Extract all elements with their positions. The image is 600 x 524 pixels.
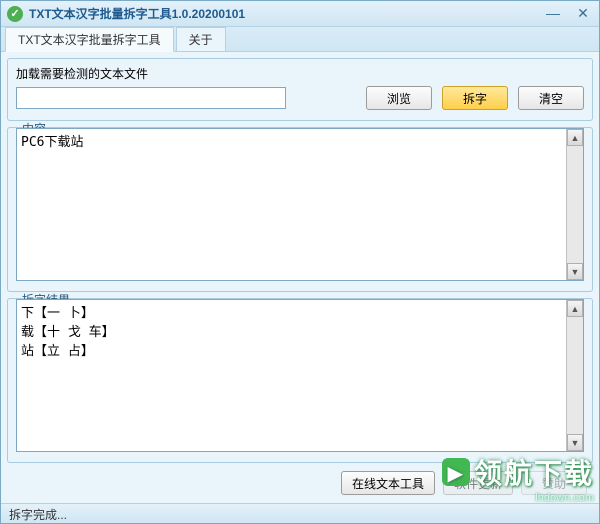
load-group: 加载需要检测的文本文件 浏览 拆字 清空 <box>7 58 593 121</box>
bottom-button-row: 在线文本工具 软件更新 赞助 <box>7 469 593 497</box>
window-title: TXT文本汉字批量拆字工具1.0.20200101 <box>29 5 543 22</box>
close-button[interactable]: ✕ <box>573 6 593 22</box>
update-button[interactable]: 软件更新 <box>443 471 513 495</box>
result-textarea[interactable] <box>17 300 566 451</box>
app-icon <box>7 6 23 22</box>
status-text: 拆字完成... <box>9 508 67 522</box>
scroll-up-icon[interactable]: ▲ <box>567 129 583 146</box>
content-textarea[interactable] <box>17 129 566 280</box>
content-group: 内容 ▲ ▼ <box>7 127 593 292</box>
status-bar: 拆字完成... <box>1 503 599 523</box>
scroll-up-icon[interactable]: ▲ <box>567 300 583 317</box>
result-text-wrap: ▲ ▼ <box>16 299 584 452</box>
app-window: TXT文本汉字批量拆字工具1.0.20200101 — ✕ TXT文本汉字批量拆… <box>0 0 600 524</box>
browse-button[interactable]: 浏览 <box>366 86 432 110</box>
window-controls: — ✕ <box>543 6 593 22</box>
result-group: 拆字结果 ▲ ▼ <box>7 298 593 463</box>
content-area: 加载需要检测的文本文件 浏览 拆字 清空 内容 ▲ ▼ 拆字结果 <box>1 51 599 503</box>
minimize-button[interactable]: — <box>543 6 563 22</box>
tab-strip: TXT文本汉字批量拆字工具 关于 <box>1 27 599 51</box>
titlebar: TXT文本汉字批量拆字工具1.0.20200101 — ✕ <box>1 1 599 27</box>
tab-about[interactable]: 关于 <box>176 27 226 51</box>
clear-button[interactable]: 清空 <box>518 86 584 110</box>
load-label: 加载需要检测的文本文件 <box>16 65 584 82</box>
file-path-input[interactable] <box>16 87 286 109</box>
scroll-down-icon[interactable]: ▼ <box>567 263 583 280</box>
other-button[interactable]: 赞助 <box>521 471 587 495</box>
online-tool-button[interactable]: 在线文本工具 <box>341 471 435 495</box>
tab-main[interactable]: TXT文本汉字批量拆字工具 <box>5 27 174 52</box>
scroll-down-icon[interactable]: ▼ <box>567 434 583 451</box>
content-scrollbar[interactable]: ▲ ▼ <box>566 129 583 280</box>
split-button[interactable]: 拆字 <box>442 86 508 110</box>
load-row: 浏览 拆字 清空 <box>16 86 584 110</box>
result-scrollbar[interactable]: ▲ ▼ <box>566 300 583 451</box>
content-text-wrap: ▲ ▼ <box>16 128 584 281</box>
